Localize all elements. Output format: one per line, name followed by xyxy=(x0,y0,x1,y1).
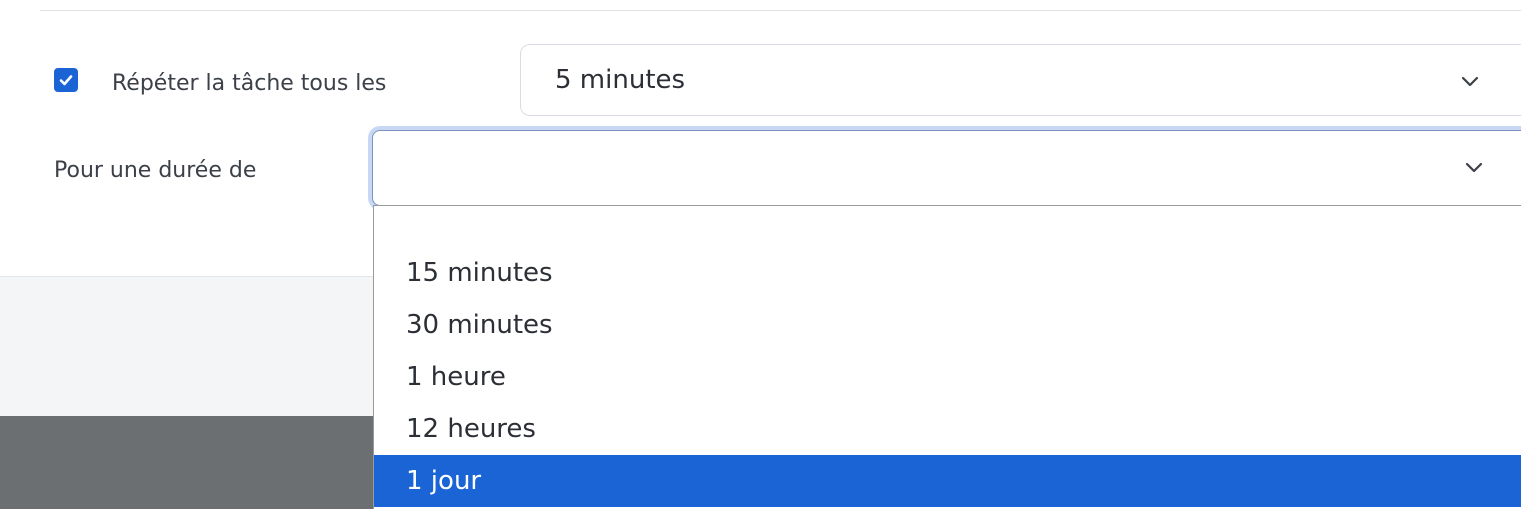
top-divider xyxy=(40,10,1521,11)
duration-select[interactable] xyxy=(372,130,1521,206)
duration-label: Pour une durée de xyxy=(54,158,257,183)
duration-dropdown-list: 15 minutes 30 minutes 1 heure 12 heures … xyxy=(373,205,1521,509)
duration-option-1-heure[interactable]: 1 heure xyxy=(374,351,1521,403)
repeat-task-label: Répéter la tâche tous les xyxy=(112,71,387,96)
checkmark-icon xyxy=(59,75,73,86)
chevron-down-icon xyxy=(1461,76,1479,87)
duration-option-12-heures[interactable]: 12 heures xyxy=(374,403,1521,455)
duration-option-30-minutes[interactable]: 30 minutes xyxy=(374,299,1521,351)
repeat-interval-select[interactable]: 5 minutes xyxy=(520,44,1521,116)
duration-option-15-minutes[interactable]: 15 minutes xyxy=(374,247,1521,299)
chevron-down-icon xyxy=(1465,162,1483,173)
duration-option-1-jour[interactable]: 1 jour xyxy=(374,455,1521,507)
repeat-interval-value: 5 minutes xyxy=(555,65,686,95)
repeat-task-checkbox[interactable] xyxy=(54,68,78,92)
